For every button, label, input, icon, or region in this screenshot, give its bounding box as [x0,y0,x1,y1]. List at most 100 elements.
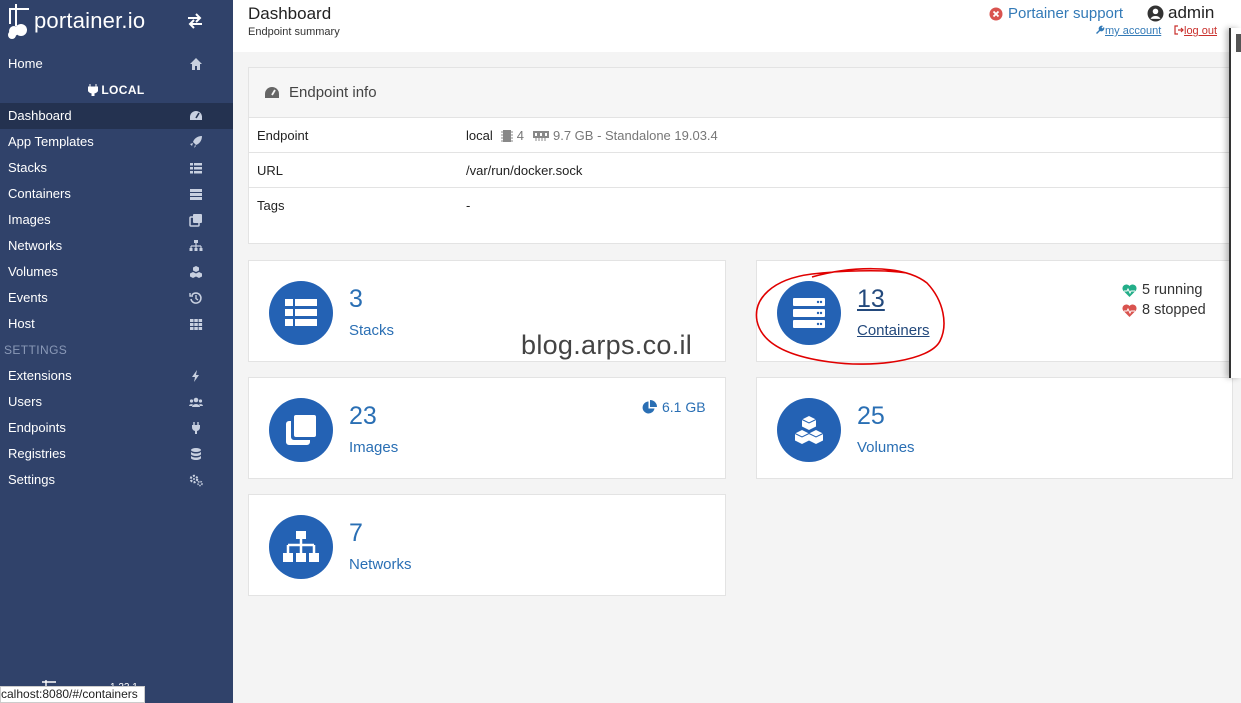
sidebar-item-host[interactable]: Host [0,311,233,337]
page-subtitle: Endpoint summary [248,26,340,38]
user-circle-icon [1147,5,1164,21]
side-drawer-edge[interactable] [1229,28,1241,378]
row-value: - [466,198,471,213]
images-icon-circle [269,398,333,462]
exchange-icon[interactable] [186,12,204,30]
drawer-handle[interactable] [1236,34,1241,52]
row-key: URL [257,163,284,178]
page-title: Dashboard [248,4,332,23]
portainer-logo[interactable]: portainer.io [6,2,145,40]
networks-icon-circle [269,515,333,579]
sidebar-item-label: Images [8,212,51,227]
sidebar-item-volumes[interactable]: Volumes [0,259,233,285]
log-out-link[interactable]: log out [1174,25,1217,37]
stacks-icon-circle [269,281,333,345]
row-value: local 4 9.7 GB - Standalone 19.03.4 [466,128,718,143]
user-menu[interactable]: admin [1147,3,1214,23]
cubes-icon [794,416,824,444]
stopped-status: 8 stopped [1122,302,1206,318]
sidebar-item-label: Volumes [8,264,58,279]
sidebar-item-networks[interactable]: Networks [0,233,233,259]
sidebar-item-images[interactable]: Images [0,207,233,233]
volumes-icon-circle [777,398,841,462]
wrench-icon [1096,25,1105,34]
table-row: Endpoint local 4 9.7 GB - Standalone 19.… [249,118,1232,153]
server-icon [190,189,202,200]
sidebar-item-dashboard[interactable]: Dashboard [0,103,233,129]
volumes-tile[interactable]: 25 Volumes [756,377,1233,479]
sidebar-item-endpoints[interactable]: Endpoints [0,415,233,441]
sidebar-item-label: Settings [8,472,55,487]
support-label: Portainer support [1008,5,1124,22]
volumes-count: 25 [857,402,885,430]
my-account-link[interactable]: my account [1095,25,1161,37]
sitemap-icon [283,531,319,562]
sidebar-item-label: Events [8,290,48,305]
tachometer-icon [265,86,279,98]
sidebar-item-users[interactable]: Users [0,389,233,415]
memory-info: 9.7 GB - Standalone 19.03.4 [552,128,718,143]
row-key: Tags [257,198,285,213]
sidebar-item-settings[interactable]: Settings [0,467,233,493]
row-value: /var/run/docker.sock [466,163,583,178]
sidebar-item-label: Extensions [8,368,72,383]
sidebar-item-label: Networks [8,238,63,253]
images-count: 23 [349,402,377,430]
endpoint-info-title: Endpoint info [289,84,377,101]
rocket-icon [190,136,202,148]
settings-heading: SETTINGS [4,343,68,357]
endpoint-info-widget: Endpoint info Endpoint local 4 9.7 GB - … [248,67,1233,244]
images-size: 6.1 GB [642,399,706,415]
sidebar-item-containers[interactable]: Containers [0,181,233,207]
sidebar-item-app-templates[interactable]: App Templates [0,129,233,155]
cpu-count: 4 [516,128,524,143]
red-circle-annotation [755,267,945,365]
clone-icon [286,415,316,445]
sidebar-item-registries[interactable]: Registries [0,441,233,467]
sidebar-item-label: Endpoints [8,420,66,435]
networks-count: 7 [349,519,363,547]
sidebar-item-label: Stacks [8,160,48,175]
pie-chart-icon [642,399,657,413]
cogs-icon [189,474,203,487]
sidebar-item-label: Users [8,394,42,409]
status-bar-url: calhost:8080/#/containers [0,686,145,703]
database-icon [191,448,201,460]
watermark: blog.arps.co.il [521,330,693,360]
page-header: Dashboard Endpoint summary Portainer sup… [233,0,1241,52]
sidebar-item-label: Registries [8,446,66,461]
stacks-count: 3 [349,285,363,313]
heartbeat-icon [1122,303,1137,317]
sidebar-item-label: Dashboard [8,108,72,123]
sitemap-icon [189,240,203,251]
networks-label: Networks [349,556,412,573]
history-icon [189,292,202,304]
tachometer-icon [190,111,202,120]
support-link[interactable]: Portainer support [989,5,1123,22]
sidebar-item-events[interactable]: Events [0,285,233,311]
th-icon [190,319,203,330]
sidebar-item-extensions[interactable]: Extensions [0,363,233,389]
networks-tile[interactable]: 7 Networks [248,494,726,596]
th-list-icon [285,299,317,326]
row-key: Endpoint [257,128,309,143]
images-tile[interactable]: 23 Images 6.1 GB [248,377,726,479]
microchip-icon [500,129,513,142]
cubes-icon [190,266,202,278]
users-icon [189,397,203,407]
bolt-icon [192,370,199,382]
heartbeat-icon [1122,283,1137,297]
endpoint-name-value: local [466,128,493,143]
table-row: Tags - [249,188,1232,223]
clone-icon [189,214,202,227]
running-status: 5 running [1122,282,1202,298]
sidebar-item-home[interactable]: Home [0,51,233,77]
endpoint-meta: 4 9.7 GB - Standalone 19.03.4 [500,128,718,143]
sign-out-icon [1174,25,1184,35]
portainer-crane-icon [8,4,29,39]
sidebar-item-label: App Templates [8,134,94,149]
times-circle-icon [989,7,1003,20]
sidebar-item-stacks[interactable]: Stacks [0,155,233,181]
th-list-icon [190,163,202,174]
stacks-label: Stacks [349,322,395,339]
